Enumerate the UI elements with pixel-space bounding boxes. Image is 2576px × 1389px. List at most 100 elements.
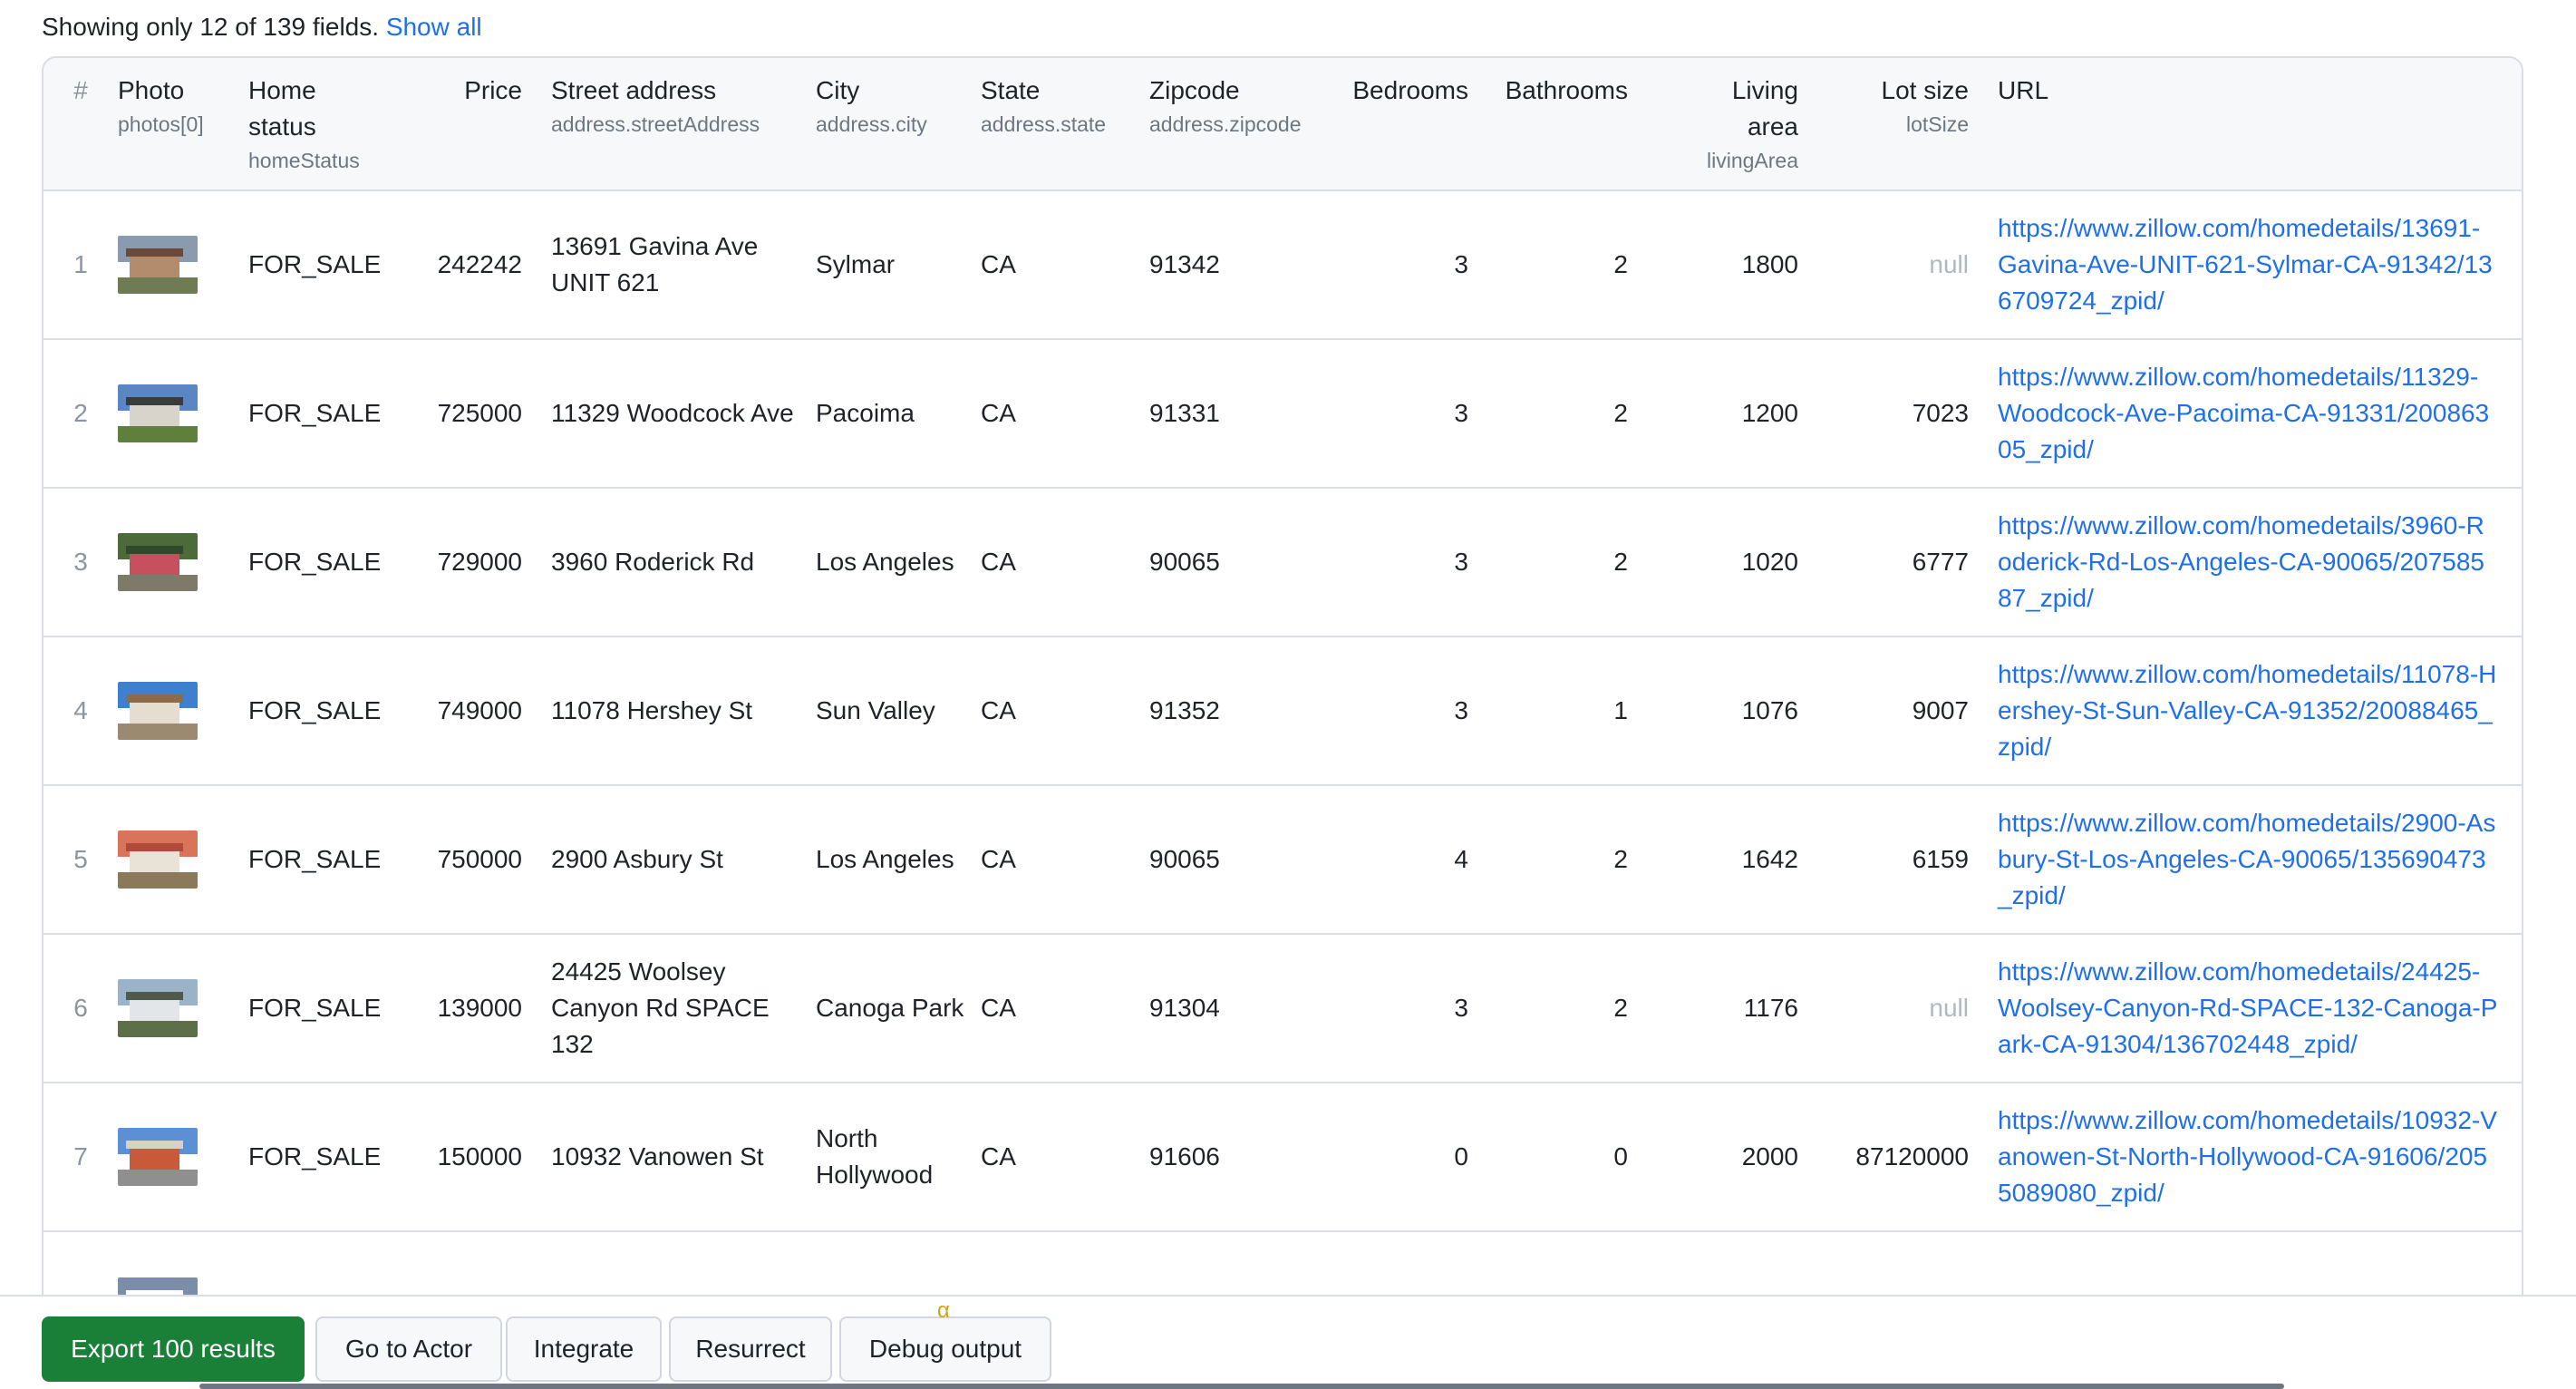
col-city-key: address.city: [816, 112, 927, 136]
lot-size-cell: 6159: [1912, 845, 1969, 873]
table-header-row: # Photo photos[0] Home status homeStatus…: [44, 58, 2522, 190]
alpha-badge: α: [937, 1298, 950, 1323]
lot-size-cell: 87120000: [1855, 1142, 1969, 1170]
col-url-header[interactable]: URL: [1998, 58, 2522, 190]
bedrooms-cell: 3: [1454, 250, 1468, 278]
col-beds-header[interactable]: Bedrooms: [1347, 58, 1497, 190]
table-row[interactable]: 2 FOR_SALE 725000 11329 Woodcock Ave Pacoima…: [44, 339, 2522, 488]
listing-photo-thumbnail[interactable]: [118, 236, 198, 294]
col-lot-key: lotSize: [1905, 112, 1969, 136]
photo-cell[interactable]: [118, 785, 248, 934]
col-beds-label: Bedrooms: [1352, 76, 1468, 104]
table-row[interactable]: 1 FOR_SALE 242242 13691 Gavina Ave UNIT 621…: [44, 190, 2522, 339]
zipcode-cell: 91331: [1149, 399, 1220, 427]
table-row[interactable]: 6 FOR_SALE 139000 24425 Woolsey Canyon Rd S…: [44, 934, 2522, 1083]
listing-url-link[interactable]: https://www.zillow.com/homedetails/11329…: [1998, 359, 2522, 468]
bedrooms-cell: 3: [1454, 994, 1468, 1022]
price-cell: 725000: [437, 399, 522, 427]
photo-cell[interactable]: [118, 190, 248, 339]
bathrooms-cell: 2: [1613, 845, 1628, 873]
bedrooms-cell: 3: [1454, 696, 1468, 724]
price-cell: 150000: [437, 1142, 522, 1170]
listing-photo-thumbnail[interactable]: [118, 1128, 198, 1186]
listing-url-link[interactable]: https://www.zillow.com/homedetails/3960-…: [1998, 508, 2522, 617]
listing-url-link[interactable]: https://www.zillow.com/homedetails/24425…: [1998, 954, 2522, 1063]
row-index: 7: [73, 1142, 88, 1170]
photo-cell[interactable]: [118, 339, 248, 488]
col-status-label-1: Home: [248, 76, 316, 104]
city-cell: Los Angeles: [816, 845, 954, 873]
col-lot-label: Lot size: [1881, 76, 1970, 104]
listing-photo-thumbnail[interactable]: [118, 384, 198, 442]
col-state-key: address.state: [981, 112, 1107, 136]
listing-url-link[interactable]: https://www.zillow.com/homedetails/13691…: [1998, 210, 2522, 319]
col-zip-key: address.zipcode: [1149, 112, 1302, 136]
photo-cell[interactable]: [118, 636, 248, 785]
bedrooms-cell: 0: [1454, 1142, 1468, 1170]
col-baths-header[interactable]: Bathrooms: [1497, 58, 1657, 190]
debug-output-button[interactable]: Debug output: [839, 1316, 1051, 1382]
col-status-label-2: status: [248, 112, 316, 141]
city-cell: Pacoima: [816, 399, 915, 427]
resurrect-button[interactable]: Resurrect: [669, 1316, 832, 1382]
photo-cell[interactable]: [118, 934, 248, 1083]
listing-url-link[interactable]: https://www.zillow.com/homedetails/2900-…: [1998, 805, 2522, 914]
col-living-header[interactable]: Living area livingArea: [1657, 58, 1827, 190]
col-baths-label: Bathrooms: [1505, 76, 1628, 104]
col-lot-header[interactable]: Lot size lotSize: [1827, 58, 1998, 190]
results-table: # Photo photos[0] Home status homeStatus…: [42, 56, 2523, 1389]
listing-photo-thumbnail[interactable]: [118, 979, 198, 1037]
listing-photo-thumbnail[interactable]: [118, 682, 198, 740]
row-index: 1: [73, 250, 88, 278]
col-state-header[interactable]: State address.state: [981, 58, 1149, 190]
listing-url-link[interactable]: https://www.zillow.com/homedetails/11078…: [1998, 656, 2522, 765]
col-price-header[interactable]: Price: [401, 58, 551, 190]
col-zip-header[interactable]: Zipcode address.zipcode: [1149, 58, 1347, 190]
bathrooms-cell: 0: [1613, 1142, 1628, 1170]
home-status-cell: FOR_SALE: [248, 994, 382, 1022]
living-area-cell: 1076: [1741, 696, 1798, 724]
url-cell: https://www.zillow.com/homedetails/13691…: [1998, 190, 2522, 339]
table-row[interactable]: 5 FOR_SALE 750000 2900 Asbury St Los Angeles…: [44, 785, 2522, 934]
url-cell: https://www.zillow.com/homedetails/10932…: [1998, 1083, 2522, 1231]
listing-photo-thumbnail[interactable]: [118, 533, 198, 591]
col-city-header[interactable]: City address.city: [816, 58, 981, 190]
price-cell: 750000: [437, 845, 522, 873]
state-cell: CA: [981, 1142, 1016, 1170]
living-area-cell: 2000: [1741, 1142, 1798, 1170]
lot-size-cell: null: [1929, 994, 1969, 1022]
listing-photo-thumbnail[interactable]: [118, 830, 198, 889]
col-zip-label: Zipcode: [1149, 76, 1240, 104]
row-index: 4: [73, 696, 88, 724]
table-row[interactable]: 4 FOR_SALE 749000 11078 Hershey St Sun Valle…: [44, 636, 2522, 785]
show-all-link[interactable]: Show all: [386, 13, 482, 41]
table-row[interactable]: 3 FOR_SALE 729000 3960 Roderick Rd Los Angel…: [44, 488, 2522, 636]
url-cell: https://www.zillow.com/homedetails/3960-…: [1998, 488, 2522, 636]
price-cell: 729000: [437, 548, 522, 576]
zipcode-cell: 91606: [1149, 1142, 1220, 1170]
listing-url-link[interactable]: https://www.zillow.com/homedetails/10932…: [1998, 1102, 2522, 1211]
lot-size-cell: null: [1929, 250, 1969, 278]
row-index: 5: [73, 845, 88, 873]
integrate-button[interactable]: Integrate: [506, 1316, 662, 1382]
street-address-cell: 13691 Gavina Ave UNIT 621: [551, 232, 759, 296]
street-address-cell: 2900 Asbury St: [551, 845, 723, 873]
col-state-label: State: [981, 76, 1041, 104]
bathrooms-cell: 1: [1613, 696, 1628, 724]
photo-cell[interactable]: [118, 488, 248, 636]
col-status-header[interactable]: Home status homeStatus: [248, 58, 401, 190]
col-url-label: URL: [1998, 76, 2049, 104]
table-row[interactable]: 7 FOR_SALE 150000 10932 Vanowen St North Hol…: [44, 1083, 2522, 1231]
export-results-button[interactable]: Export 100 results: [42, 1316, 305, 1382]
col-photo-header[interactable]: Photo photos[0]: [118, 58, 248, 190]
living-area-cell: 1800: [1741, 250, 1798, 278]
go-to-actor-button[interactable]: Go to Actor: [315, 1316, 502, 1382]
col-status-key: homeStatus: [248, 149, 360, 172]
col-living-label-1: Living: [1731, 76, 1798, 104]
col-street-header[interactable]: Street address address.streetAddress: [551, 58, 816, 190]
home-status-cell: FOR_SALE: [248, 399, 382, 427]
photo-cell[interactable]: [118, 1083, 248, 1231]
street-address-cell: 11329 Woodcock Ave: [551, 399, 794, 427]
fields-notice-text: Showing only 12 of 139 fields.: [42, 13, 380, 41]
zipcode-cell: 91342: [1149, 250, 1220, 278]
